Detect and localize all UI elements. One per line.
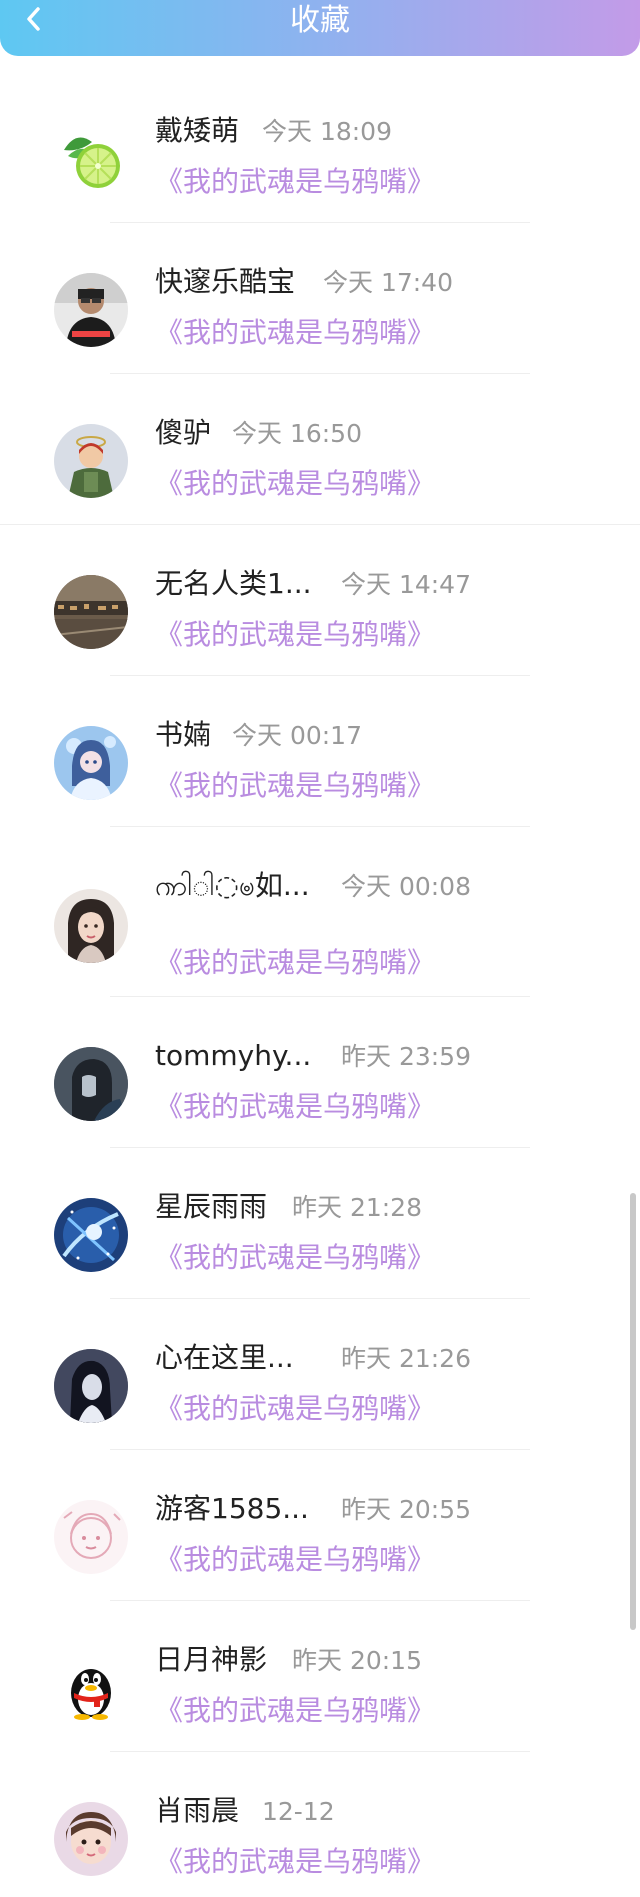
list-item[interactable]: 书婻 今天 00:17 《我的武魂是乌鸦嘴》 xyxy=(0,676,640,827)
timestamp: 今天 17:40 xyxy=(323,268,453,297)
book-title[interactable]: 《我的武魂是乌鸦嘴》 xyxy=(155,617,435,653)
timestamp: 今天 16:50 xyxy=(232,419,362,448)
book-title[interactable]: 《我的武魂是乌鸦嘴》 xyxy=(155,1391,435,1427)
list-item[interactable]: 游客1585... 昨天 20:55 《我的武魂是乌鸦嘴》 xyxy=(0,1450,640,1601)
list-item[interactable]: 心在这里... 昨天 21:26 《我的武魂是乌鸦嘴》 xyxy=(0,1299,640,1450)
list-item[interactable]: 傻驴 今天 16:50 《我的武魂是乌鸦嘴》 xyxy=(0,374,640,525)
list-item[interactable]: 日月神影 昨天 20:15 《我的武魂是乌鸦嘴》 xyxy=(0,1601,640,1752)
book-title[interactable]: 《我的武魂是乌鸦嘴》 xyxy=(155,466,435,502)
user-name: ၮါ◌ါ◌ၑ如... xyxy=(155,869,310,902)
timestamp: 今天 00:08 xyxy=(341,872,471,901)
dark-photo-avatar[interactable] xyxy=(54,1047,128,1121)
child-photo-avatar[interactable] xyxy=(54,1802,128,1876)
blue-fantasy-avatar[interactable] xyxy=(54,1198,128,1272)
list-item[interactable]: 戴矮萌 今天 18:09 《我的武魂是乌鸦嘴》 xyxy=(0,72,640,223)
user-name: 游客1585... xyxy=(155,1492,309,1525)
user-name: 书婻 xyxy=(155,718,212,751)
book-title[interactable]: 《我的武魂是乌鸦嘴》 xyxy=(155,945,435,981)
list-item[interactable]: tommyhy... 昨天 23:59 《我的武魂是乌鸦嘴》 xyxy=(0,997,640,1148)
list-item[interactable]: 肖雨晨 12-12 《我的武魂是乌鸦嘴》 xyxy=(0,1752,640,1897)
qq-penguin-avatar[interactable] xyxy=(54,1651,128,1725)
lime-avatar[interactable] xyxy=(54,122,128,196)
anime-girl-avatar[interactable] xyxy=(54,726,128,800)
street-photo-avatar[interactable] xyxy=(54,575,128,649)
list-item[interactable]: 无名人类1... 今天 14:47 《我的武魂是乌鸦嘴》 xyxy=(0,525,640,676)
page-title: 收藏 xyxy=(290,3,350,38)
book-title[interactable]: 《我的武魂是乌鸦嘴》 xyxy=(155,1542,435,1578)
user-name: 日月神影 xyxy=(155,1643,268,1676)
list-item[interactable]: 快邃乐酷宝 今天 17:40 《我的武魂是乌鸦嘴》 xyxy=(0,223,640,374)
timestamp: 今天 18:09 xyxy=(262,117,392,146)
favorites-page: 收藏 戴矮萌 今天 18:09 《我的武魂是乌鸦嘴》 快邃乐酷宝 今天 17:4… xyxy=(0,0,640,1897)
book-title[interactable]: 《我的武魂是乌鸦嘴》 xyxy=(155,1693,435,1729)
user-name: tommyhy... xyxy=(155,1039,312,1072)
book-title[interactable]: 《我的武魂是乌鸦嘴》 xyxy=(155,1240,435,1276)
timestamp: 12-12 xyxy=(262,1797,335,1826)
user-name: 戴矮萌 xyxy=(155,114,240,147)
user-name: 心在这里... xyxy=(155,1341,294,1374)
book-title[interactable]: 《我的武魂是乌鸦嘴》 xyxy=(155,315,435,351)
header-bar: 收藏 xyxy=(0,0,640,56)
favorites-list: 戴矮萌 今天 18:09 《我的武魂是乌鸦嘴》 快邃乐酷宝 今天 17:40 《… xyxy=(0,72,640,1897)
book-title[interactable]: 《我的武魂是乌鸦嘴》 xyxy=(155,1844,435,1880)
timestamp: 昨天 23:59 xyxy=(341,1042,471,1071)
timestamp: 昨天 20:15 xyxy=(292,1646,422,1675)
book-title[interactable]: 《我的武魂是乌鸦嘴》 xyxy=(155,164,435,200)
book-title[interactable]: 《我的武魂是乌鸦嘴》 xyxy=(155,1089,435,1125)
timestamp: 昨天 21:28 xyxy=(292,1193,422,1222)
list-item[interactable]: 星辰雨雨 昨天 21:28 《我的武魂是乌鸦嘴》 xyxy=(0,1148,640,1299)
person-photo-avatar[interactable] xyxy=(54,273,128,347)
user-name: 傻驴 xyxy=(155,416,212,449)
user-name: 快邃乐酷宝 xyxy=(155,265,296,298)
timestamp: 今天 00:17 xyxy=(232,721,362,750)
book-title[interactable]: 《我的武魂是乌鸦嘴》 xyxy=(155,768,435,804)
user-name: 肖雨晨 xyxy=(155,1794,240,1827)
timestamp: 昨天 21:26 xyxy=(341,1344,471,1373)
woman-portrait-avatar[interactable] xyxy=(54,889,128,963)
user-name: 无名人类1... xyxy=(155,567,312,600)
dark-girl-avatar[interactable] xyxy=(54,1349,128,1423)
timestamp: 今天 14:47 xyxy=(341,570,471,599)
timestamp: 昨天 20:55 xyxy=(341,1495,471,1524)
cartoon-avatar[interactable] xyxy=(54,424,128,498)
user-name: 星辰雨雨 xyxy=(155,1190,268,1223)
scrollbar[interactable] xyxy=(630,1193,636,1630)
list-item[interactable]: ၮါ◌ါ◌ၑ如... 今天 00:08 《我的武魂是乌鸦嘴》 xyxy=(0,827,640,997)
sketch-avatar[interactable] xyxy=(54,1500,128,1574)
